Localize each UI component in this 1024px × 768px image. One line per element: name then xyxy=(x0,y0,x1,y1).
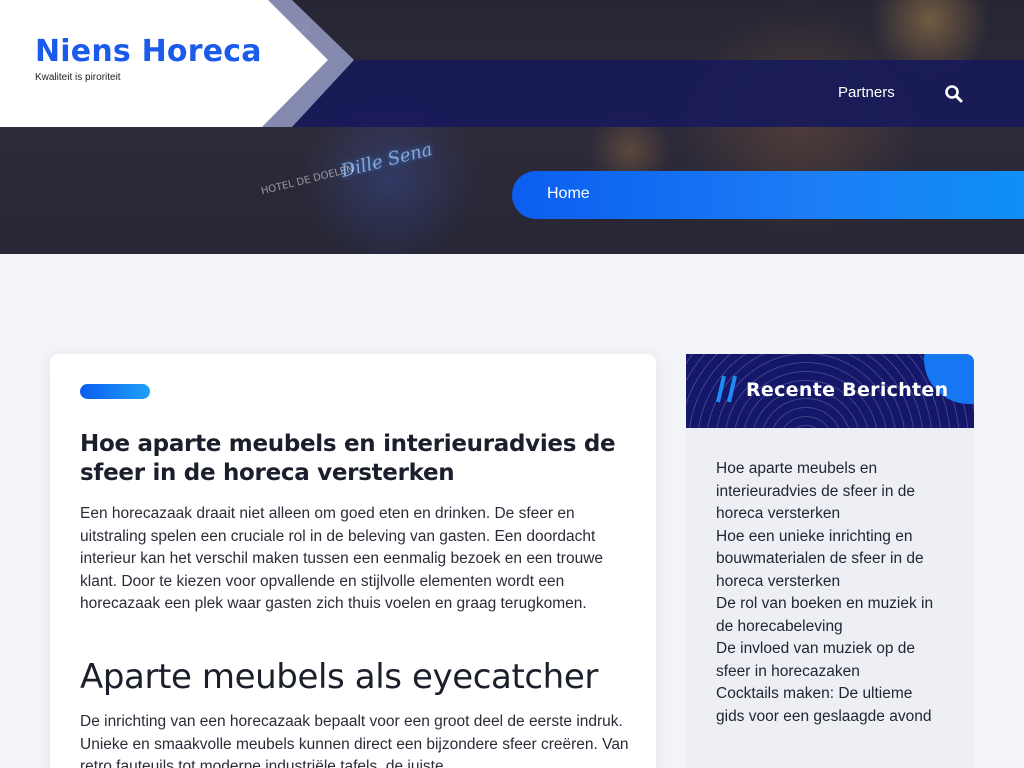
double-slash-icon xyxy=(716,375,737,403)
site-logo-title[interactable]: Niens Horeca xyxy=(35,34,262,69)
recent-post-link[interactable]: Hoe aparte meubels en interieuradvies de… xyxy=(716,458,941,526)
article-title: Hoe aparte meubels en interieuradvies de… xyxy=(80,431,616,486)
nav-link-partners[interactable]: Partners xyxy=(838,84,895,101)
breadcrumb: Home xyxy=(512,171,1024,219)
recent-post-link[interactable]: De rol van boeken en muziek in de horeca… xyxy=(716,593,941,638)
article-heading-2: Aparte meubels als eyecatcher xyxy=(80,657,598,697)
sidebar-title: Recente Berichten xyxy=(746,379,949,401)
sidebar-recent-posts: Recente Berichten Hoe aparte meubels en … xyxy=(686,354,974,768)
recent-post-link[interactable]: De invloed van muziek op de sfeer in hor… xyxy=(716,638,941,683)
hero-banner: Dille Sena HOTEL DE DOELEN eca Partners … xyxy=(0,0,1024,254)
article-card: Hoe aparte meubels en interieuradvies de… xyxy=(50,354,656,768)
recent-post-link[interactable]: Hoe een unieke inrichting en bouwmateria… xyxy=(716,526,941,594)
article-paragraph-1: Een horecazaak draait niet alleen om goe… xyxy=(80,505,604,612)
recent-post-link[interactable]: Cocktails maken: De ultieme gids voor ee… xyxy=(716,683,941,728)
sidebar-header: Recente Berichten xyxy=(686,354,974,428)
site-tagline: Kwaliteit is piroriteit xyxy=(35,72,121,83)
search-icon[interactable] xyxy=(944,84,964,104)
article-accent-pill xyxy=(80,384,150,399)
main-nav-bar xyxy=(270,60,1024,127)
breadcrumb-home-link[interactable]: Home xyxy=(547,185,590,203)
article-paragraph-2: De inrichting van een horecazaak bepaalt… xyxy=(80,713,629,768)
logo-panel[interactable]: Niens Horeca Kwaliteit is piroriteit xyxy=(0,0,360,127)
search-icon-glyph xyxy=(945,85,963,103)
recent-posts-list: Hoe aparte meubels en interieuradvies de… xyxy=(716,458,941,728)
